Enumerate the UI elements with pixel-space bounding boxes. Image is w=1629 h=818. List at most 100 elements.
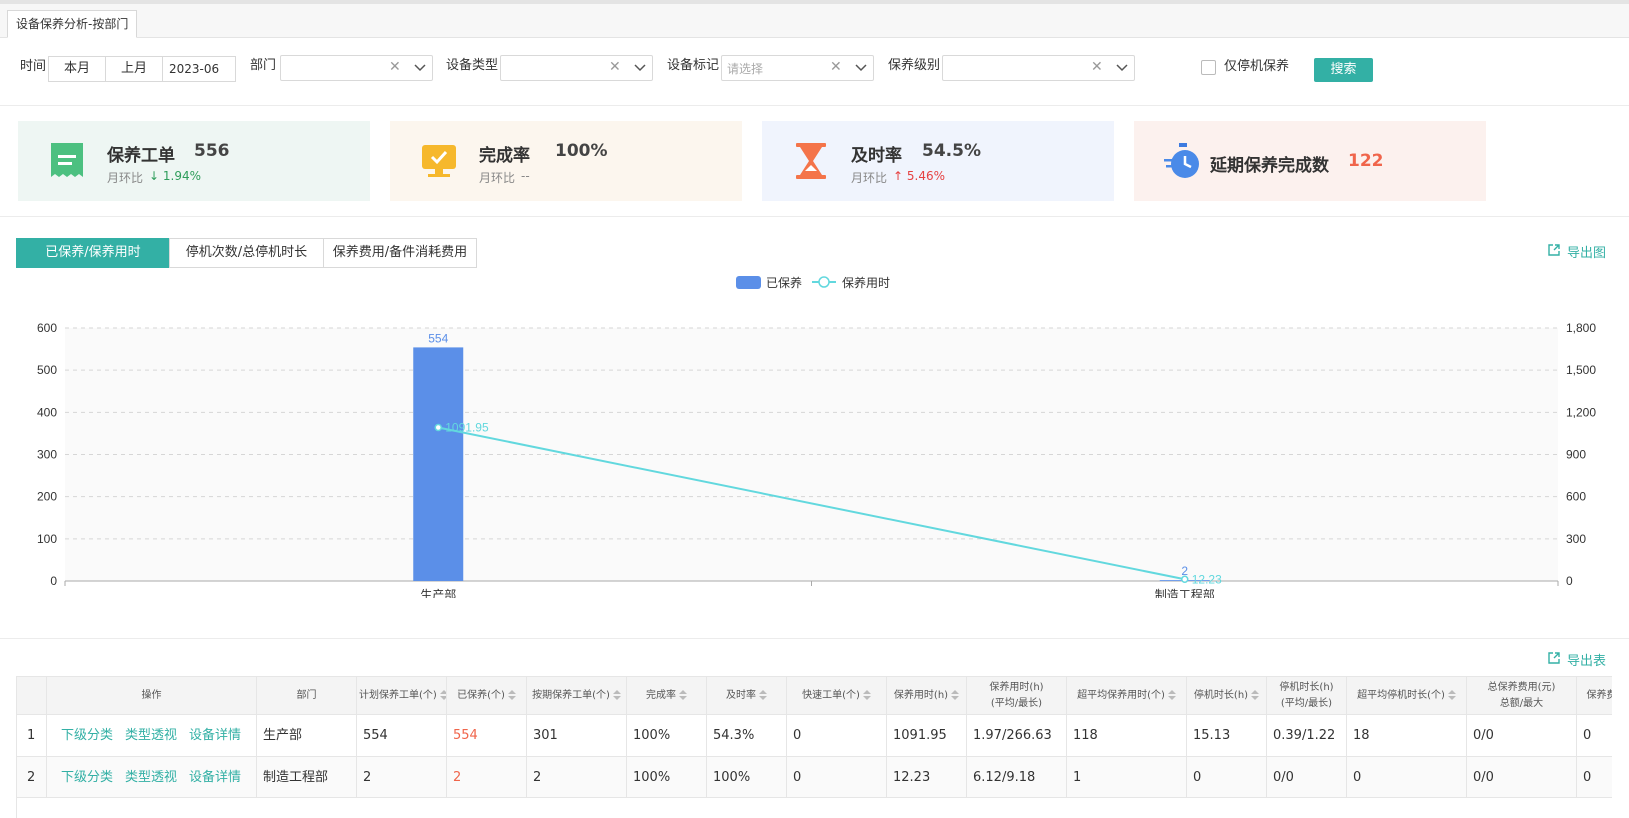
stop-only-checkbox[interactable]: [1201, 60, 1216, 75]
hourglass-icon: [796, 143, 826, 179]
header-label: 超平均停机时长(个): [1349, 677, 1464, 714]
column-header: [17, 677, 47, 714]
clear-icon[interactable]: ✕: [1091, 59, 1103, 75]
equip-mark-select[interactable]: 请选择 ✕: [721, 55, 874, 81]
sort-icon[interactable]: [439, 690, 446, 700]
level-select[interactable]: ✕: [942, 55, 1135, 81]
equip-type-label: 设备类型: [446, 58, 499, 73]
sort-icon[interactable]: [1167, 690, 1176, 700]
search-button[interactable]: 搜索: [1314, 58, 1373, 82]
clear-icon[interactable]: ✕: [609, 59, 621, 75]
y-left-tick-label: 0: [50, 574, 57, 588]
column-header[interactable]: 按期保养工单(个): [527, 677, 627, 714]
equipment-detail-link[interactable]: 设备详情: [189, 770, 241, 785]
clear-icon[interactable]: ✕: [389, 59, 401, 75]
column-header[interactable]: 停机时长(h): [1187, 677, 1267, 714]
column-header[interactable]: 已保养(个): [447, 677, 527, 714]
equip-type-select[interactable]: ✕: [500, 55, 653, 81]
y-left-tick-label: 500: [37, 363, 57, 377]
dept-label: 部门: [250, 58, 277, 73]
delta-up: ↑ 5.46%: [893, 169, 945, 183]
sub-category-link[interactable]: 下级分类: [61, 728, 113, 743]
cell-idx: 1: [17, 715, 47, 756]
sort-icon[interactable]: [1251, 690, 1260, 700]
cell-stop: 15.13: [1187, 715, 1267, 756]
table-header: 操作 部门 计划保养工单(个) 已保养(个) 按期保养工单(个) 完成率 及时率 快速工单(个…: [17, 677, 1612, 715]
type-pivot-link[interactable]: 类型透视: [125, 728, 177, 743]
mom-label: 月环比: [107, 171, 144, 185]
column-header[interactable]: 计划保养工单(个): [357, 677, 447, 714]
sort-icon[interactable]: [759, 690, 767, 700]
chevron-down-icon: [855, 64, 867, 72]
stopwatch-icon: [1164, 143, 1199, 178]
cell-timely: 54.3%: [707, 715, 787, 756]
export-table-label: 导出表: [1567, 654, 1607, 669]
delta-value: 5.46%: [906, 169, 946, 183]
cell-stop_avg_max: 0/0: [1267, 757, 1347, 797]
tab-maintained-hours[interactable]: 已保养/保养用时: [16, 238, 170, 268]
tab-cost[interactable]: 保养费用/备件消耗费用: [323, 238, 477, 268]
clear-icon[interactable]: ✕: [830, 59, 842, 75]
cell-idx: 2: [17, 757, 47, 797]
cell-over_avg: 118: [1067, 715, 1187, 756]
column-header[interactable]: 及时率: [707, 677, 787, 714]
card-value: 100%: [555, 141, 608, 161]
column-header[interactable]: 超平均停机时长(个): [1347, 677, 1467, 714]
export-chart-label: 导出图: [1567, 246, 1607, 261]
card-title: 保养工单: [107, 146, 175, 166]
header-label: 操作: [141, 690, 162, 701]
header-label: 完成率: [629, 677, 704, 714]
receipt-icon: [51, 143, 83, 177]
sort-icon[interactable]: [507, 690, 516, 700]
y-left-tick-label: 200: [37, 490, 57, 504]
column-header[interactable]: 完成率: [627, 677, 707, 714]
sort-icon[interactable]: [1447, 690, 1456, 700]
card-delayed-completed: 延期保养完成数 122: [1134, 121, 1486, 201]
column-header[interactable]: 保养用时(h): [887, 677, 967, 714]
sub-category-link[interactable]: 下级分类: [61, 770, 113, 785]
column-header[interactable]: 超平均保养用时(个): [1067, 677, 1187, 714]
sort-icon[interactable]: [679, 690, 687, 700]
cell-cost2: 0: [1577, 757, 1612, 797]
header-label: 超平均保养用时(个): [1069, 677, 1184, 714]
tab-downtime[interactable]: 停机次数/总停机时长: [169, 238, 324, 268]
bar-data-label: 2: [1181, 564, 1188, 578]
cell-quick: 0: [787, 757, 887, 797]
column-header: 操作: [47, 677, 257, 714]
cell-over_stop: 18: [1347, 715, 1467, 756]
column-header[interactable]: 快速工单(个): [787, 677, 887, 714]
cell-actions: 下级分类 类型透视 设备详情: [47, 715, 257, 756]
header-label: 停机时长(h): [1279, 682, 1334, 693]
column-header: 保养费用: [1577, 677, 1613, 714]
delta-down: ↓ 1.94%: [149, 169, 201, 183]
header-label: 及时率: [709, 677, 784, 714]
dept-select[interactable]: ✕: [280, 55, 433, 81]
cell-stop_avg_max: 0.39/1.22: [1267, 715, 1347, 756]
sort-icon[interactable]: [862, 690, 871, 700]
type-pivot-link[interactable]: 类型透视: [125, 770, 177, 785]
last-month-button[interactable]: 上月: [105, 56, 163, 82]
sort-icon[interactable]: [612, 690, 621, 700]
page-tab-dept-maintenance[interactable]: 设备保养分析-按部门: [7, 10, 138, 38]
divider: [0, 105, 1629, 106]
this-month-button[interactable]: 本月: [48, 56, 106, 82]
cell-done[interactable]: 554: [447, 715, 527, 756]
monitor-check-icon: [422, 145, 456, 177]
table-row: 1 下级分类 类型透视 设备详情 生产部 554 554 301 100% 54.3% 0 1091.…: [17, 715, 1612, 757]
card-timely-rate: 及时率 54.5% 月环比 ↑ 5.46%: [762, 121, 1114, 201]
legend-label: 已保养: [766, 275, 802, 290]
y-left-tick-label: 600: [37, 321, 57, 335]
month-input[interactable]: 2023-06: [162, 56, 236, 82]
header-label: 已保养(个): [449, 677, 524, 714]
cell-hours_avg_max: 1.97/266.63: [967, 715, 1067, 756]
cell-done[interactable]: 2: [447, 757, 527, 797]
export-chart-link[interactable]: 导出图: [1548, 242, 1607, 261]
card-value: 556: [194, 141, 230, 161]
card-title: 延期保养完成数: [1210, 156, 1329, 176]
chevron-down-icon: [414, 64, 426, 72]
cell-stop: 0: [1187, 757, 1267, 797]
equipment-detail-link[interactable]: 设备详情: [189, 728, 241, 743]
equip-mark-label: 设备标记: [667, 58, 720, 73]
sort-icon[interactable]: [951, 690, 960, 700]
export-table-link[interactable]: 导出表: [1548, 650, 1607, 669]
